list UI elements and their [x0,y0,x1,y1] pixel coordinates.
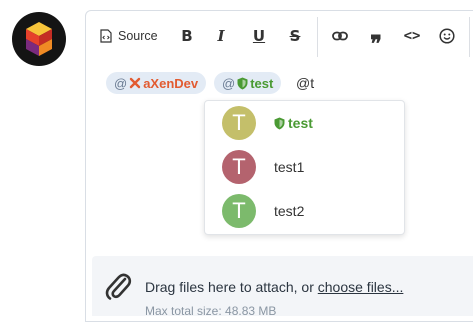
mention-autocomplete: T test T test1 T test2 [204,100,405,235]
mention-at: @ [222,75,236,91]
avatar: T [222,150,256,184]
strikethrough-button[interactable]: S [284,23,306,49]
quote-button[interactable]: ❞ [365,23,387,57]
editor-toolbar: Source B I U S ❞ <> [86,11,473,61]
avatar: T [222,194,256,228]
code-button[interactable]: <> [400,23,424,49]
mention-name: test [250,75,274,91]
shield-icon [237,77,248,89]
code-icon: <> [403,28,421,44]
bold-button[interactable]: B [176,23,198,49]
emoji-button[interactable] [436,23,458,49]
source-icon [100,29,112,43]
italic-button[interactable]: I [210,23,232,49]
autocomplete-item[interactable]: T test2 [205,189,404,233]
autocomplete-name: test1 [274,159,305,175]
autocomplete-item-label: test [274,115,313,131]
source-label: Source [118,29,158,43]
mention-name: aXenDev [143,75,199,91]
source-button[interactable]: Source [100,23,158,49]
attachment-size-limit: Max total size: 48.83 MB [145,304,277,318]
autocomplete-name: test2 [274,203,305,219]
underline-button[interactable]: U [248,23,270,49]
toolbar-divider [317,17,318,57]
choose-files-link[interactable]: choose files... [318,279,404,295]
autocomplete-item[interactable]: T test1 [205,145,404,189]
mention-at: @ [114,75,128,91]
toolbar-divider [469,17,470,57]
shield-icon [274,117,285,129]
user-avatar-logo [12,12,66,66]
attachment-prefix: Drag files here to attach, or [145,279,318,295]
wrench-icon [130,77,141,89]
link-icon [332,31,348,41]
quote-icon: ❞ [370,31,382,57]
logo-icon [26,22,52,56]
smiley-icon [439,28,455,44]
autocomplete-name: test [288,115,313,131]
typed-text: @t [296,75,315,91]
link-button[interactable] [329,23,351,49]
mention-pill-axendev[interactable]: @ aXenDev [106,72,207,94]
mention-pill-test[interactable]: @ test [214,72,282,94]
paperclip-icon [105,273,132,300]
avatar: T [222,106,256,140]
attachment-instructions: Drag files here to attach, or choose fil… [145,279,403,295]
attachment-dropzone[interactable]: Drag files here to attach, or choose fil… [92,256,473,318]
autocomplete-item[interactable]: T test [205,101,404,145]
